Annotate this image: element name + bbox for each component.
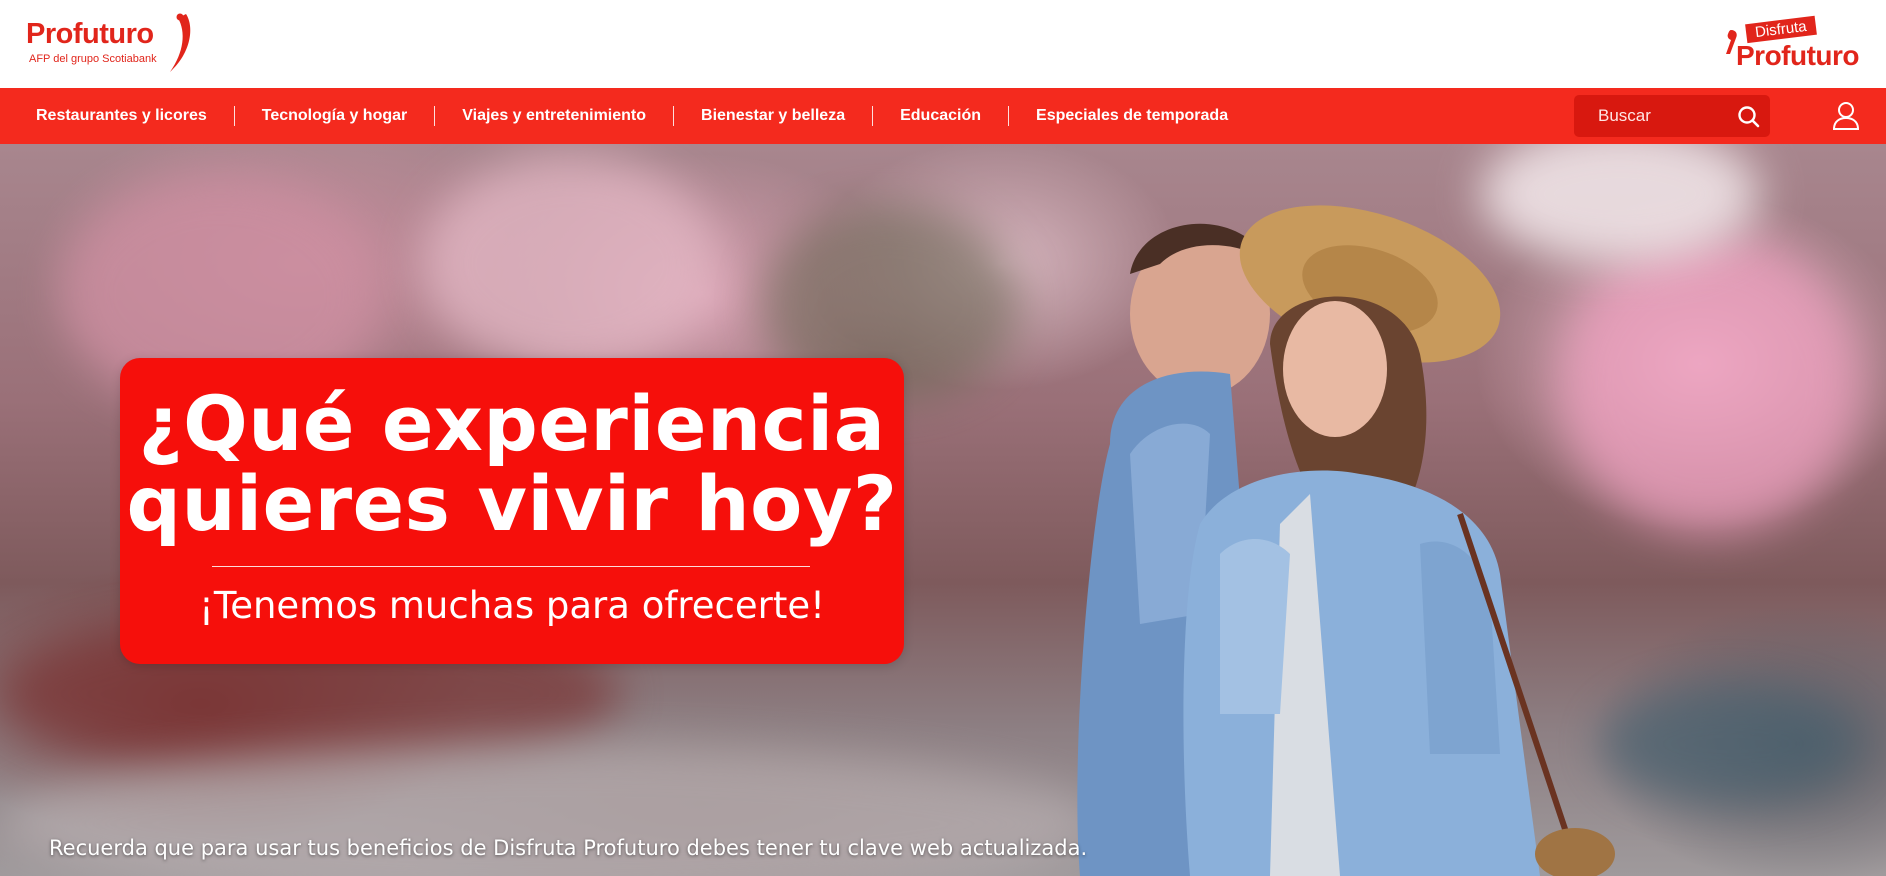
nav-item-restaurantes[interactable]: Restaurantes y licores	[0, 106, 234, 126]
profuturo-logo[interactable]: Profuturo AFP del grupo Scotiabank	[26, 12, 196, 76]
brand-subtitle: AFP del grupo Scotiabank	[29, 53, 157, 65]
hero-banner[interactable]: ¿Qué experiencia quieres vivir hoy? ¡Ten…	[0, 144, 1886, 876]
disfruta-profuturo-logo[interactable]: Disfruta Profuturo	[1716, 15, 1866, 74]
user-icon[interactable]	[1832, 101, 1860, 131]
promo-title-line-1: ¿Qué experiencia	[138, 379, 886, 468]
category-list: Restaurantes y licores Tecnología y hoga…	[0, 88, 1255, 144]
couple-photo	[1077, 205, 1615, 876]
promo-subtitle: ¡Tenemos muchas para ofrecerte!	[199, 584, 825, 627]
background-car	[1600, 684, 1860, 804]
promo-divider	[212, 566, 810, 567]
top-header: Profuturo AFP del grupo Scotiabank Disfr…	[0, 0, 1886, 88]
nav-item-viajes[interactable]: Viajes y entretenimiento	[434, 106, 673, 126]
category-navbar: Restaurantes y licores Tecnología y hoga…	[0, 88, 1886, 144]
search-icon[interactable]	[1736, 104, 1762, 128]
background-blossoms	[420, 154, 720, 374]
disfruta-name: Profuturo	[1736, 40, 1860, 71]
promo-card: ¿Qué experiencia quieres vivir hoy? ¡Ten…	[120, 358, 904, 664]
hero-disclaimer: Recuerda que para usar tus beneficios de…	[49, 836, 1088, 860]
search-box	[1574, 95, 1770, 137]
nav-item-especiales[interactable]: Especiales de temporada	[1008, 106, 1255, 126]
nav-item-educacion[interactable]: Educación	[872, 106, 1008, 126]
brand-name: Profuturo	[26, 18, 154, 50]
search-input[interactable]	[1574, 95, 1734, 137]
nav-item-bienestar[interactable]: Bienestar y belleza	[673, 106, 872, 126]
nav-item-tecnologia[interactable]: Tecnología y hogar	[233, 106, 435, 126]
promo-title: ¿Qué experiencia quieres vivir hoy?	[120, 384, 904, 544]
promo-title-line-2: quieres vivir hoy?	[126, 459, 898, 548]
swoosh-icon	[170, 13, 191, 72]
